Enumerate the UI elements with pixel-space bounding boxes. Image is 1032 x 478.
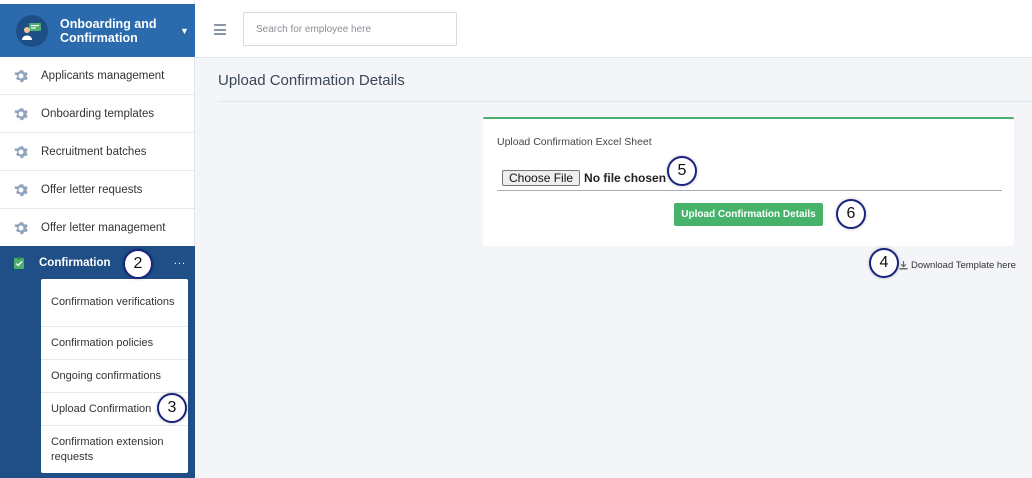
sidebar-item-confirmation[interactable]: Confirmation ... <box>0 246 195 280</box>
download-template-link[interactable]: Download Template here <box>899 260 1016 271</box>
sidebar-item-offer-letter-management[interactable]: Offer letter management <box>0 209 195 247</box>
main-content: Upload Confirmation Details Upload Confi… <box>195 58 1032 478</box>
submenu-item-confirmation-verifications[interactable]: Confirmation verifications <box>41 279 188 327</box>
submenu-item-label: Confirmation extension requests <box>51 435 164 463</box>
sidebar-item-label: Applicants management <box>41 69 165 82</box>
module-title: Onboarding and Confirmation <box>60 16 157 45</box>
sidebar-item-label: Onboarding templates <box>41 107 155 120</box>
sidebar-item-offer-letter-requests[interactable]: Offer letter requests <box>0 171 195 209</box>
clipboard-check-icon <box>14 257 24 269</box>
upload-card: Upload Confirmation Excel Sheet Choose F… <box>483 117 1014 246</box>
page-divider <box>218 101 1032 102</box>
sidebar-item-onboarding-templates[interactable]: Onboarding templates <box>0 95 195 133</box>
confirmation-submenu: Confirmation verifications Confirmation … <box>41 279 188 473</box>
step-callout-5: 5 <box>667 156 697 186</box>
sidebar-item-label: Confirmation <box>39 257 111 269</box>
submenu-item-label: Upload Confirmation <box>51 402 152 415</box>
no-file-chosen-text: No file chosen <box>584 170 667 185</box>
download-icon <box>899 261 908 270</box>
top-bar <box>195 4 1032 58</box>
step-callout-3: 3 <box>157 393 187 423</box>
step-callout-2: 2 <box>123 249 153 279</box>
sidebar-item-applicants-management[interactable]: Applicants management <box>0 57 195 95</box>
submenu-item-label: Ongoing confirmations <box>51 369 162 382</box>
download-template-label: Download Template here <box>911 260 1016 271</box>
employee-search-input[interactable] <box>243 12 457 46</box>
submenu-item-label: Confirmation verifications <box>51 296 175 308</box>
chevron-down-icon[interactable]: ▼ <box>180 26 189 36</box>
file-input[interactable]: Choose File No file chosen <box>497 165 1002 191</box>
hamburger-menu-icon[interactable] <box>214 24 226 35</box>
card-title: Upload Confirmation Excel Sheet <box>497 136 652 148</box>
module-logo-icon <box>16 14 48 47</box>
submenu-item-label: Confirmation policies <box>51 336 154 349</box>
sidebar-menu: Applicants management Onboarding templat… <box>0 57 195 247</box>
step-callout-4: 4 <box>869 248 899 278</box>
more-options-icon[interactable]: ... <box>174 255 186 267</box>
sidebar-section-confirmation: Confirmation ... Confirmation verificati… <box>0 246 195 478</box>
sidebar-item-label: Offer letter management <box>41 221 166 234</box>
submenu-item-ongoing-confirmations[interactable]: Ongoing confirmations <box>41 360 188 393</box>
page-title: Upload Confirmation Details <box>218 72 405 89</box>
choose-file-button[interactable]: Choose File <box>502 169 581 186</box>
step-callout-6: 6 <box>836 199 866 229</box>
gear-icon <box>14 221 28 234</box>
submenu-item-confirmation-extension-requests[interactable]: Confirmation extension requests <box>41 426 188 473</box>
gear-icon <box>14 69 28 82</box>
gear-icon <box>14 107 28 120</box>
gear-icon <box>14 145 28 158</box>
gear-icon <box>14 183 28 196</box>
sidebar-item-label: Offer letter requests <box>41 183 143 196</box>
submenu-item-confirmation-policies[interactable]: Confirmation policies <box>41 327 188 360</box>
sidebar-item-label: Recruitment batches <box>41 145 147 158</box>
module-switcher[interactable]: Onboarding and Confirmation ▼ <box>0 4 195 57</box>
upload-confirmation-details-button[interactable]: Upload Confirmation Details <box>674 203 823 226</box>
sidebar-item-recruitment-batches[interactable]: Recruitment batches <box>0 133 195 171</box>
